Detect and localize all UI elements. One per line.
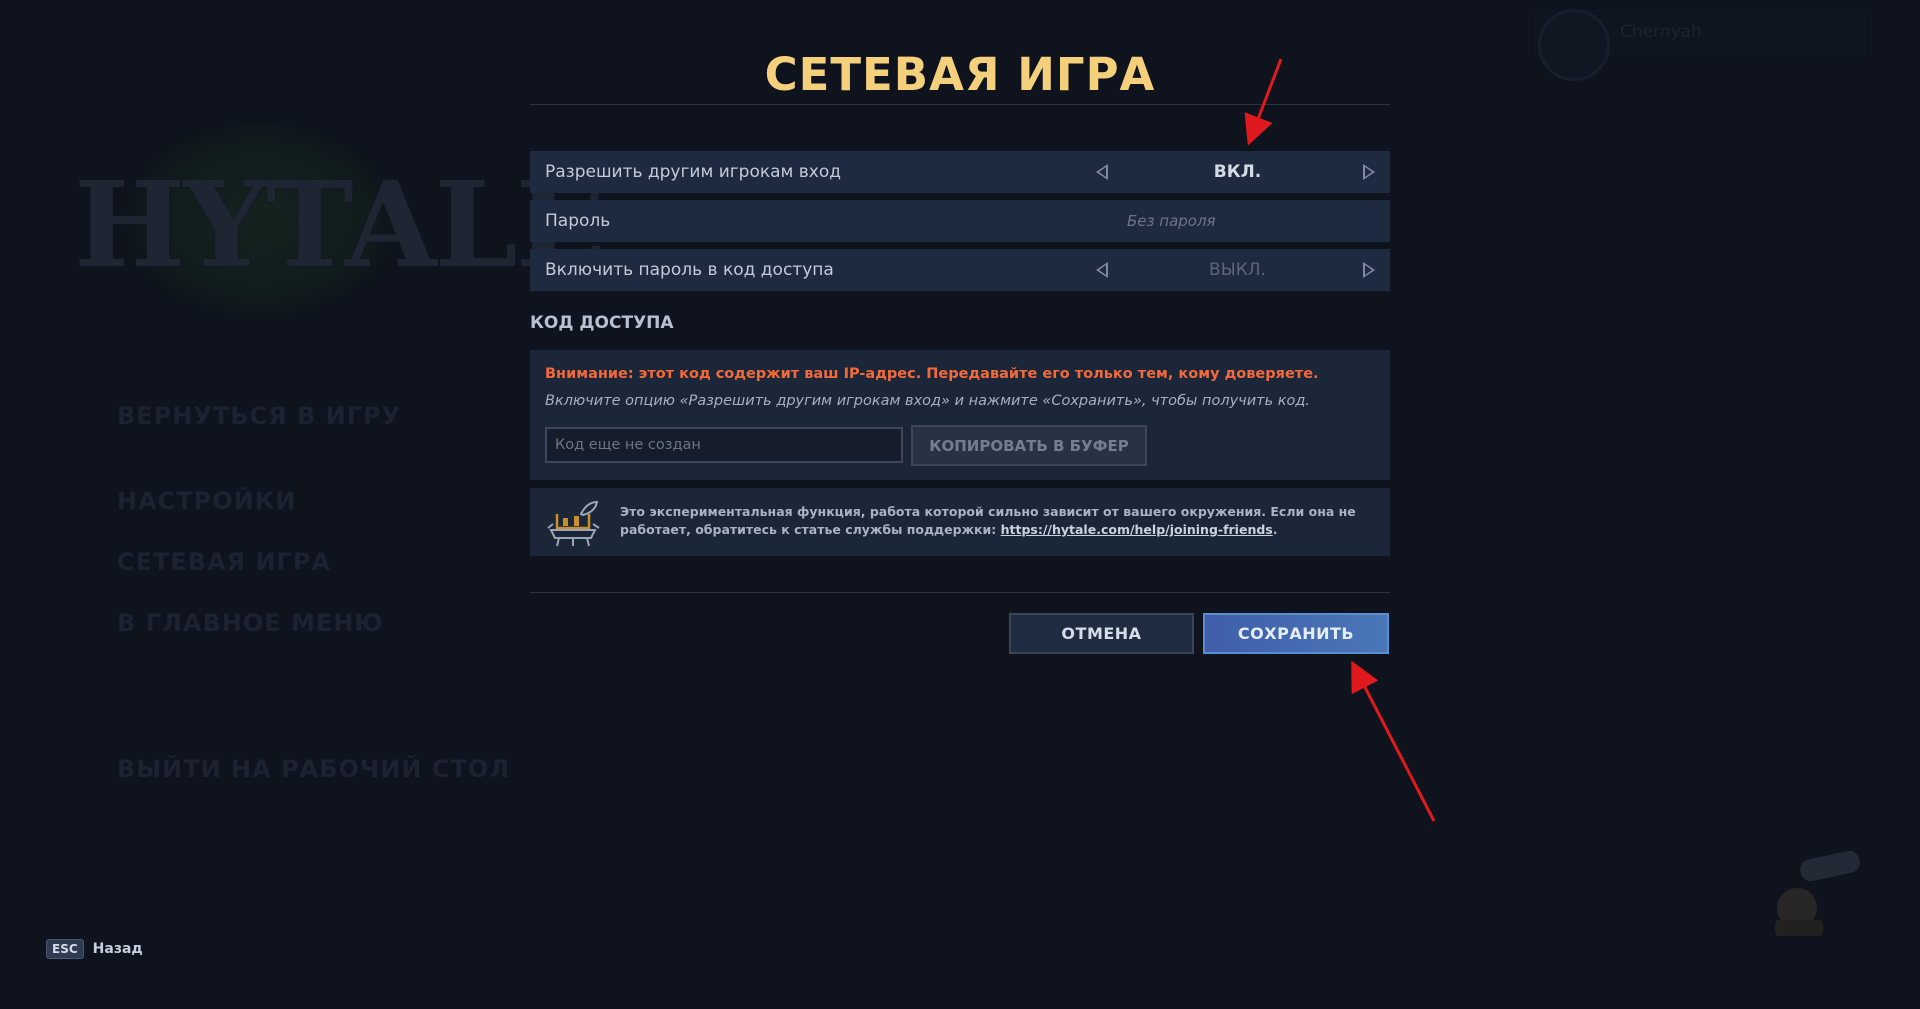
- hytale-logo: HYTALE: [60, 100, 606, 350]
- avatar: [1538, 9, 1610, 81]
- arrow-left-icon[interactable]: [1096, 262, 1108, 278]
- experimental-feature-icon: [547, 500, 600, 547]
- menu-quit-desktop: ВЫЙТИ НА РАБОЧИЙ СТОЛ: [117, 755, 511, 783]
- setting-value: ВЫКЛ.: [1209, 260, 1266, 280]
- esc-key-badge: ESC: [46, 939, 84, 959]
- access-code-input[interactable]: [545, 427, 903, 463]
- logo-wordmark: HYTALE: [74, 155, 606, 294]
- menu-settings: НАСТРОЙКИ: [117, 487, 297, 515]
- footer-divider: [530, 592, 1390, 593]
- profile-name: Chernyah: [1620, 22, 1702, 42]
- notice-text-end: .: [1272, 522, 1278, 537]
- title-divider: [530, 104, 1390, 105]
- arrow-right-icon[interactable]: [1363, 262, 1375, 278]
- page-title: СЕТЕВАЯ ИГРА: [764, 48, 1156, 101]
- save-button[interactable]: СОХРАНИТЬ: [1203, 613, 1389, 654]
- menu-main-menu: В ГЛАВНОЕ МЕНЮ: [117, 609, 384, 637]
- copy-to-clipboard-button[interactable]: КОПИРОВАТЬ В БУФЕР: [911, 425, 1147, 466]
- profile-panel: Chernyah: [1535, 9, 1865, 81]
- password-field[interactable]: Без пароля: [1127, 212, 1216, 230]
- experimental-notice: Это экспериментальная функция, работа ко…: [530, 488, 1390, 556]
- support-link[interactable]: https://hytale.com/help/joining-friends: [1001, 522, 1273, 537]
- setting-value: ВКЛ.: [1213, 162, 1262, 182]
- setting-label: Включить пароль в код доступа: [545, 260, 834, 280]
- arrow-to-save: [1351, 660, 1436, 822]
- access-code-hint: Включите опцию «Разрешить другим игрокам…: [545, 393, 1311, 409]
- setting-password[interactable]: Пароль Без пароля: [530, 200, 1390, 242]
- back-hint[interactable]: ESC Назад: [46, 939, 143, 959]
- setting-label: Разрешить другим игрокам вход: [545, 162, 842, 182]
- setting-include-password: Включить пароль в код доступа ВЫКЛ.: [530, 249, 1390, 291]
- menu-multiplayer: СЕТЕВАЯ ИГРА: [117, 548, 332, 576]
- access-code-heading: КОД ДОСТУПА: [530, 313, 674, 333]
- experimental-notice-text: Это экспериментальная функция, работа ко…: [620, 503, 1380, 539]
- mascot-icon: [1775, 850, 1860, 936]
- back-label: Назад: [92, 941, 143, 957]
- arrow-right-icon[interactable]: [1363, 164, 1375, 180]
- access-code-panel: Внимание: этот код содержит ваш IP-адрес…: [530, 350, 1390, 480]
- ip-warning: Внимание: этот код содержит ваш IP-адрес…: [545, 366, 1319, 382]
- cancel-button[interactable]: ОТМЕНА: [1009, 613, 1194, 654]
- setting-allow-join: Разрешить другим игрокам вход ВКЛ.: [530, 151, 1390, 193]
- arrow-left-icon[interactable]: [1096, 164, 1108, 180]
- setting-label: Пароль: [545, 211, 611, 231]
- menu-resume: ВЕРНУТЬСЯ В ИГРУ: [117, 402, 402, 430]
